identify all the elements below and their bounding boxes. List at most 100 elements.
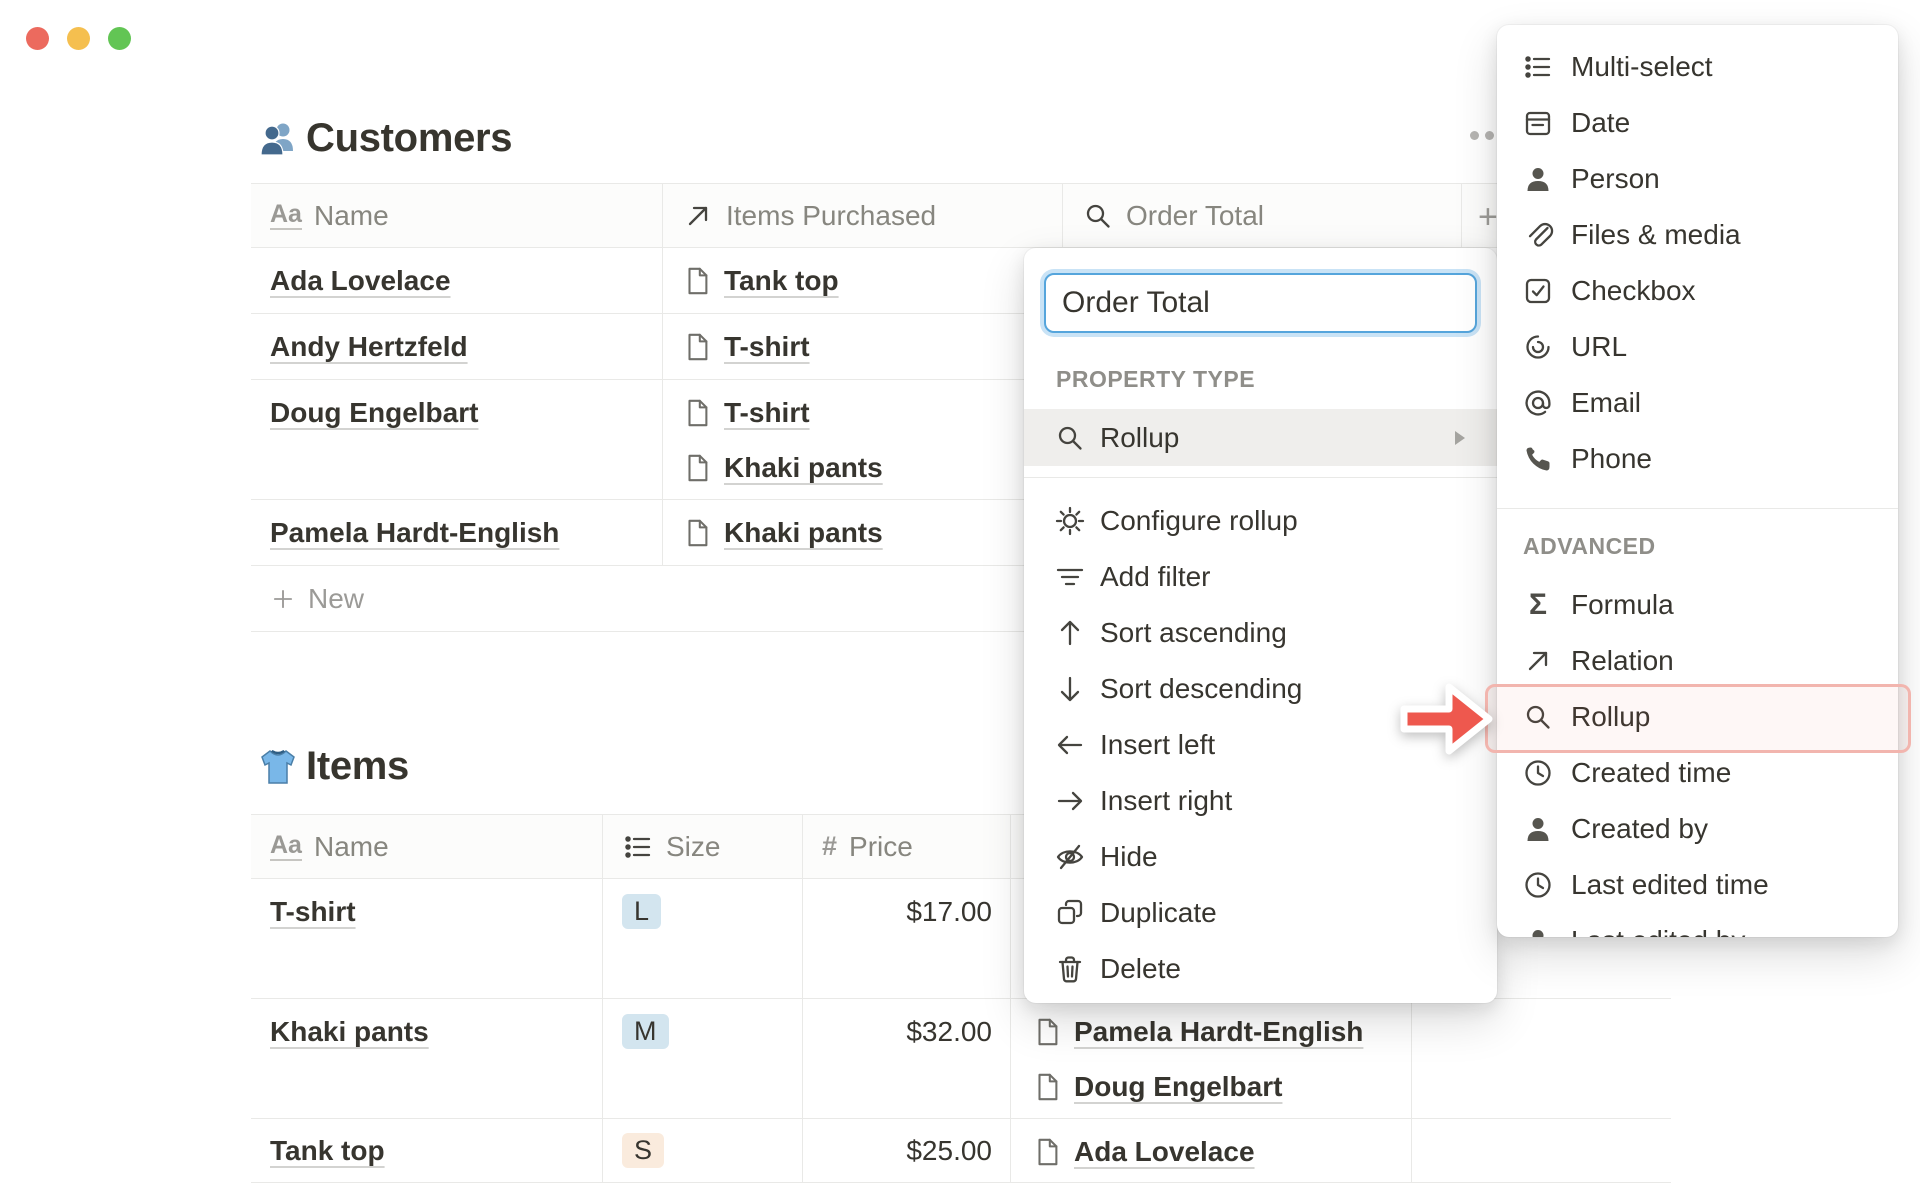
page-icon xyxy=(682,398,712,428)
search-icon xyxy=(1082,200,1114,232)
plus-icon xyxy=(270,586,296,612)
type-menu-item-email[interactable]: Email xyxy=(1497,375,1898,431)
text-icon: Aa xyxy=(270,199,302,230)
menu-item-insert-left[interactable]: Insert left xyxy=(1024,717,1497,773)
arrow-down-icon xyxy=(1054,673,1086,705)
relation-icon xyxy=(682,200,714,232)
page-icon xyxy=(682,332,712,362)
relation-item-link[interactable]: Khaki pants xyxy=(724,517,883,549)
relation-item-link[interactable]: T-shirt xyxy=(724,331,810,363)
window-controls xyxy=(26,27,131,50)
formula-icon: Σ xyxy=(1528,588,1547,621)
size-chip[interactable]: S xyxy=(622,1133,665,1168)
property-name-value: Order Total xyxy=(1062,286,1210,319)
type-menu-item-formula[interactable]: Σ Formula xyxy=(1497,577,1898,633)
rollup-icon xyxy=(1521,700,1555,734)
purchaser-link[interactable]: Pamela Hardt-English xyxy=(1074,1016,1363,1048)
customer-name-link[interactable]: Andy Hertzfeld xyxy=(270,331,468,363)
items-db-title: Items xyxy=(306,744,409,788)
item-name-link[interactable]: Khaki pants xyxy=(270,1016,429,1048)
type-menu-item-created-time[interactable]: Created time xyxy=(1497,745,1898,801)
column-header-name[interactable]: Aa Name xyxy=(251,184,663,247)
advanced-section-label: ADVANCED xyxy=(1523,533,1656,559)
type-menu-item-files-media[interactable]: Files & media xyxy=(1497,207,1898,263)
size-chip[interactable]: L xyxy=(622,894,662,929)
property-type-menu: Multi-select Date Person Files & media C… xyxy=(1497,25,1898,937)
customers-header-row: Aa Name Items Purchased Order Total xyxy=(251,183,1500,248)
price-value[interactable]: $25.00 xyxy=(822,1135,996,1167)
text-icon: Aa xyxy=(270,830,302,861)
property-edit-menu: Order Total PROPERTY TYPE Rollup Configu… xyxy=(1024,248,1497,1003)
item-name-link[interactable]: Tank top xyxy=(270,1135,385,1167)
trash-icon xyxy=(1054,953,1086,985)
purchaser-link[interactable]: Ada Lovelace xyxy=(1074,1136,1255,1168)
eye-off-icon xyxy=(1054,841,1086,873)
page-icon xyxy=(1032,1072,1062,1102)
customer-name-link[interactable]: Ada Lovelace xyxy=(270,265,451,297)
relation-item-link[interactable]: T-shirt xyxy=(724,397,810,429)
customers-db-title: Customers xyxy=(306,116,513,160)
menu-item-configure-rollup[interactable]: Configure rollup xyxy=(1024,493,1497,549)
files-icon xyxy=(1521,218,1555,252)
type-menu-item-url[interactable]: URL xyxy=(1497,319,1898,375)
price-value[interactable]: $32.00 xyxy=(822,1016,996,1048)
column-header-order-total[interactable]: Order Total xyxy=(1063,184,1462,247)
relation-icon xyxy=(1521,644,1555,678)
person-icon xyxy=(1521,162,1555,196)
size-chip[interactable]: M xyxy=(622,1014,669,1049)
page-icon xyxy=(682,453,712,483)
menu-item-sort-descending[interactable]: Sort descending xyxy=(1024,661,1497,717)
relation-item-link[interactable]: Khaki pants xyxy=(724,452,883,484)
price-value[interactable]: $17.00 xyxy=(822,896,996,928)
page-icon xyxy=(1032,1017,1062,1047)
menu-item-insert-right[interactable]: Insert right xyxy=(1024,773,1497,829)
select-icon xyxy=(622,831,654,863)
item-name-link[interactable]: T-shirt xyxy=(270,896,356,928)
person-icon xyxy=(1521,812,1555,846)
tshirt-icon xyxy=(256,745,300,789)
type-menu-item-created-by[interactable]: Created by xyxy=(1497,801,1898,857)
type-menu-item-rollup[interactable]: Rollup xyxy=(1497,689,1898,745)
menu-item-sort-ascending[interactable]: Sort ascending xyxy=(1024,605,1497,661)
property-name-input[interactable]: Order Total xyxy=(1044,273,1477,333)
column-header-price[interactable]: # Price xyxy=(803,815,1011,878)
type-menu-item-last-edited-by[interactable]: Last edited by xyxy=(1497,913,1898,937)
people-icon xyxy=(256,117,300,161)
page-icon xyxy=(682,518,712,548)
type-menu-item-last-edited-time[interactable]: Last edited time xyxy=(1497,857,1898,913)
menu-item-hide[interactable]: Hide xyxy=(1024,829,1497,885)
add-column-button[interactable]: + xyxy=(1478,198,1498,237)
menu-divider xyxy=(1497,508,1898,509)
relation-item-link[interactable]: Tank top xyxy=(724,265,839,297)
duplicate-icon xyxy=(1054,897,1086,929)
type-menu-item-relation[interactable]: Relation xyxy=(1497,633,1898,689)
menu-item-duplicate[interactable]: Duplicate xyxy=(1024,885,1497,941)
type-menu-item-multi-select[interactable]: Multi-select xyxy=(1497,39,1898,95)
chevron-right-icon xyxy=(1443,422,1475,454)
type-menu-item-phone[interactable]: Phone xyxy=(1497,431,1898,487)
column-header-name[interactable]: Aa Name xyxy=(251,815,603,878)
type-menu-item-date[interactable]: Date xyxy=(1497,95,1898,151)
property-type-selected-rollup[interactable]: Rollup xyxy=(1024,409,1497,466)
purchaser-link[interactable]: Doug Engelbart xyxy=(1074,1071,1282,1103)
menu-item-add-filter[interactable]: Add filter xyxy=(1024,549,1497,605)
phone-icon xyxy=(1521,442,1555,476)
column-header-items-purchased[interactable]: Items Purchased xyxy=(663,184,1063,247)
property-type-section-label: PROPERTY TYPE xyxy=(1056,366,1256,392)
selected-type-label: Rollup xyxy=(1100,421,1180,453)
column-header-size[interactable]: Size xyxy=(603,815,803,878)
customer-name-link[interactable]: Pamela Hardt-English xyxy=(270,517,559,549)
arrow-left-icon xyxy=(1054,729,1086,761)
traffic-light-minimize[interactable] xyxy=(67,27,90,50)
type-menu-item-person[interactable]: Person xyxy=(1497,151,1898,207)
traffic-light-close[interactable] xyxy=(26,27,49,50)
type-menu-item-checkbox[interactable]: Checkbox xyxy=(1497,263,1898,319)
traffic-light-zoom[interactable] xyxy=(108,27,131,50)
person-icon xyxy=(1521,924,1555,937)
table-row: Khaki pants M $32.00 Pamela Hardt-English … xyxy=(251,999,1671,1119)
customer-name-link[interactable]: Doug Engelbart xyxy=(270,397,478,429)
menu-item-delete[interactable]: Delete xyxy=(1024,941,1497,997)
multi-select-icon xyxy=(1521,50,1555,84)
checkbox-icon xyxy=(1521,274,1555,308)
url-icon xyxy=(1521,330,1555,364)
